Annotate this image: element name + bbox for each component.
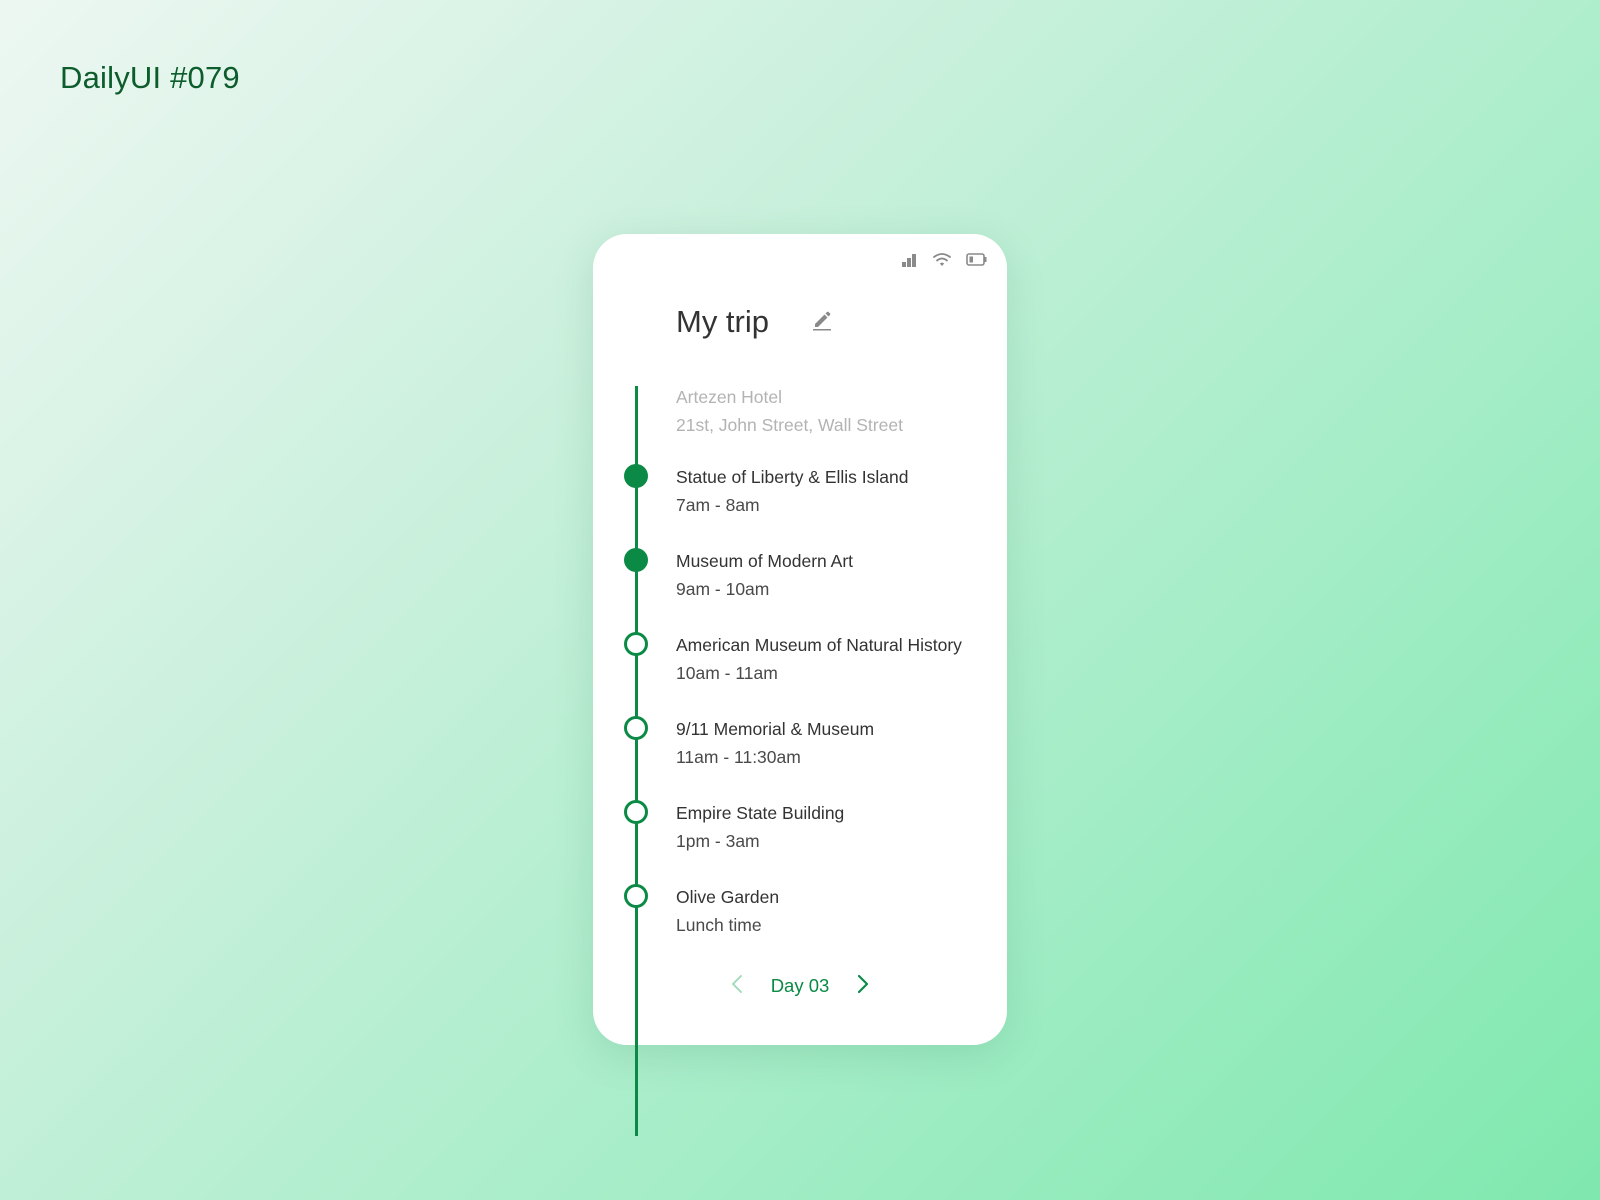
- stop-name: Museum of Modern Art: [676, 551, 854, 571]
- stop-time: 9am - 10am: [676, 579, 770, 599]
- upcoming-stop-marker: [624, 884, 648, 908]
- stop-item[interactable]: Empire State Building 1pm - 3am: [624, 800, 996, 852]
- stop-time: 10am - 11am: [676, 663, 778, 683]
- day-navigation: Day 03: [593, 974, 1007, 998]
- stop-name: 9/11 Memorial & Museum: [676, 719, 875, 739]
- stop-item[interactable]: Museum of Modern Art 9am - 10am: [624, 548, 996, 600]
- stop-time: 7am - 8am: [676, 495, 760, 515]
- next-day-button[interactable]: [851, 974, 875, 998]
- stop-item[interactable]: Olive Garden Lunch time: [624, 884, 996, 936]
- stop-name: Statue of Liberty & Ellis Island: [676, 467, 909, 487]
- upcoming-stop-marker: [624, 716, 648, 740]
- timeline-line: [635, 386, 638, 1136]
- origin-address: 21st, John Street, Wall Street: [676, 415, 903, 435]
- stop-name: Olive Garden: [676, 887, 780, 907]
- current-day-label: Day 03: [770, 975, 830, 996]
- itinerary-timeline: Artezen Hotel 21st, John Street, Wall St…: [593, 234, 1007, 1136]
- upcoming-stop-marker: [624, 800, 648, 824]
- stop-item[interactable]: Statue of Liberty & Ellis Island 7am - 8…: [624, 464, 996, 516]
- stop-time: Lunch time: [676, 915, 762, 935]
- stop-name: Empire State Building: [676, 803, 845, 823]
- stop-time: 1pm - 3am: [676, 831, 760, 851]
- upcoming-stop-marker: [624, 632, 648, 656]
- previous-day-button[interactable]: [725, 974, 749, 998]
- completed-stop-marker: [624, 464, 648, 488]
- stop-name: American Museum of Natural History: [676, 635, 962, 655]
- chevron-left-icon: [731, 974, 743, 999]
- completed-stop-marker: [624, 548, 648, 572]
- stop-item[interactable]: American Museum of Natural History 10am …: [624, 632, 996, 684]
- stop-item[interactable]: 9/11 Memorial & Museum 11am - 11:30am: [624, 716, 996, 768]
- origin-hotel[interactable]: Artezen Hotel 21st, John Street, Wall St…: [676, 386, 996, 436]
- chevron-right-icon: [857, 974, 869, 999]
- dailyui-caption: DailyUI #079: [60, 60, 240, 95]
- stop-time: 11am - 11:30am: [676, 747, 801, 767]
- origin-name: Artezen Hotel: [676, 387, 783, 407]
- phone-card: My trip Artezen Hotel 21st, John Street,…: [593, 234, 1007, 1136]
